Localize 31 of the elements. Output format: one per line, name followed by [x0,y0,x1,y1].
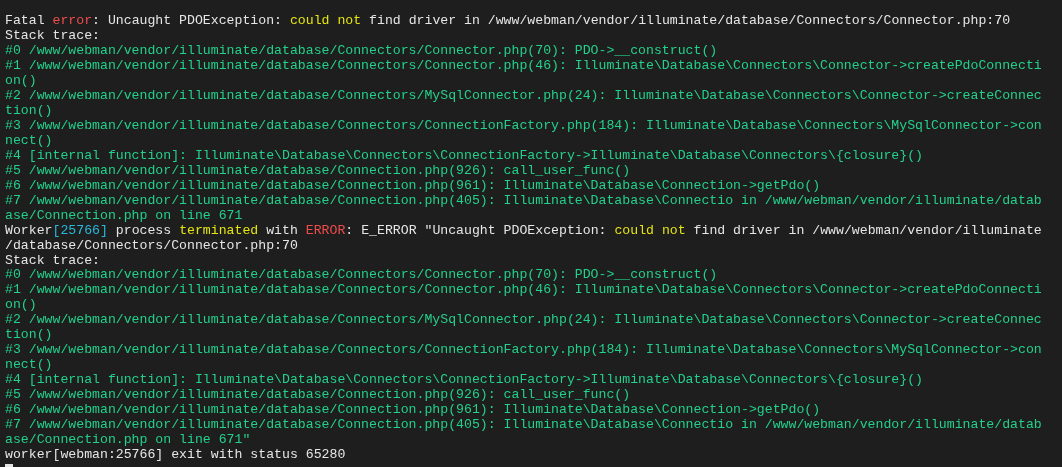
terminal-line: on() [5,73,38,89]
terminal-line: nect() [5,133,54,149]
terminal-line: #0 /www/webman/vendor/illuminate/database/Connectors/Connector.php(70): PDO->__construct() [5,43,719,59]
terminal-line: #3 /www/webman/vendor/illuminate/database/Connectors/ConnectionFactory.php(184): Illuminate\Database\Connectors\MySqlConnector->con [5,343,1043,359]
terminal-line: #1 /www/webman/vendor/illuminate/database/Connectors/Connector.php(46): Illuminate\Database\Connectors\Connector->createPdoConnecti [5,58,1043,74]
terminal-line: #2 /www/webman/vendor/illuminate/database/Connectors/MySqlConnector.php(24): Illuminate\Database\Connectors\Connector->createConnec [5,88,1043,104]
terminal-line: #6 /www/webman/vendor/illuminate/database/Connection.php(961): Illuminate\Database\Connection->getPdo() [5,403,822,419]
terminal-line: tion() [5,328,54,344]
terminal-line: #5 /www/webman/vendor/illuminate/database/Connection.php(926): call_user_func() [5,163,632,179]
terminal-line: #7 /www/webman/vendor/illuminate/database/Connection.php(405): Illuminate\Database\Connectio in /www/webman/vendor/illuminate/datab [5,193,1043,209]
terminal-line: Fatal error: Uncaught PDOException: could not find driver in /www/webman/vendor/illuminate/database/Connectors/Connector.php:70 [5,14,1012,29]
terminal-line: #0 /www/webman/vendor/illuminate/database/Connectors/Connector.php(70): PDO->__construct() [5,268,719,284]
terminal-line: Stack trace: [5,28,101,44]
terminal-line: nect() [5,358,54,374]
terminal-line: #5 /www/webman/vendor/illuminate/database/Connection.php(926): call_user_func() [5,388,632,404]
terminal-line: on() [5,298,38,314]
terminal-line: ase/Connection.php on line 671" [5,433,252,449]
terminal-line: ase/Connection.php on line 671 [5,208,244,224]
terminal-line: tion() [5,103,54,119]
cursor-icon [5,464,13,467]
terminal-line: #1 /www/webman/vendor/illuminate/database/Connectors/Connector.php(46): Illuminate\Database\Connectors\Connector->createPdoConnecti [5,283,1043,299]
terminal-line: worker[webman:25766] exit with status 65280 [5,448,347,464]
terminal-line: #6 /www/webman/vendor/illuminate/database/Connection.php(961): Illuminate\Database\Connection->getPdo() [5,178,822,194]
terminal-line: Stack trace: [5,253,101,269]
terminal-line: Worker[25766] process terminated with ERROR: E_ERROR "Uncaught PDOException: could not find driver in /www/webman/vendor/illuminate [5,223,1043,239]
terminal-line: #7 /www/webman/vendor/illuminate/database/Connection.php(405): Illuminate\Database\Connectio in /www/webman/vendor/illuminate/datab [5,418,1043,434]
terminal-line: #4 [internal function]: Illuminate\Database\Connectors\ConnectionFactory->Illuminate\Database\Connectors\{closure}() [5,148,924,164]
terminal-line: #3 /www/webman/vendor/illuminate/database/Connectors/ConnectionFactory.php(184): Illuminate\Database\Connectors\MySqlConnector->con [5,118,1043,134]
terminal-line: /database/Connectors/Connector.php:70 [5,238,299,254]
terminal-line: #4 [internal function]: Illuminate\Database\Connectors\ConnectionFactory->Illuminate\Database\Connectors\{closure}() [5,373,924,389]
terminal-line: #2 /www/webman/vendor/illuminate/database/Connectors/MySqlConnector.php(24): Illuminate\Database\Connectors\Connector->createConnec [5,313,1043,329]
